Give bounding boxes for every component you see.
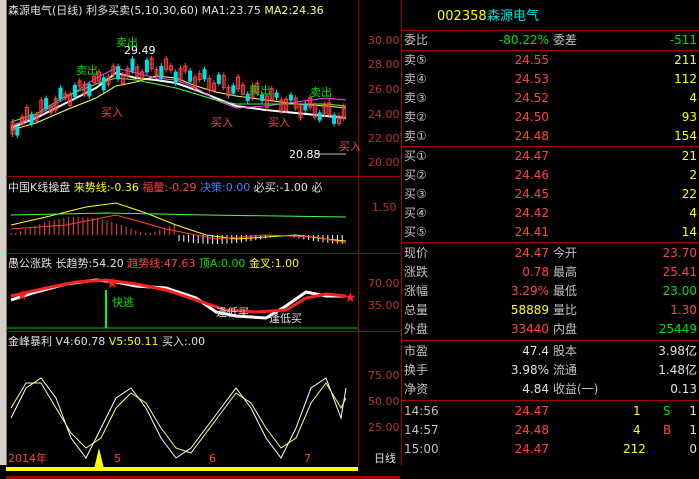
time-axis-label: 2014年 (8, 452, 47, 465)
tick-row: 15:00 24.47 212 0 (404, 442, 697, 456)
y-axis-tick: 70.00 (368, 277, 400, 290)
y-axis-tick: 24.00 (368, 108, 400, 121)
sell-signal: 卖出 (116, 36, 138, 49)
buy-signal: 买入 (339, 140, 361, 153)
stat-row: 涨跌 0.78 最高 25.41 (404, 265, 697, 279)
svg-text:★: ★ (344, 290, 357, 306)
period-label[interactable]: 日线 (374, 452, 396, 465)
stock-title: 森源电气(日线) (8, 4, 83, 17)
jinfeng-panel-header: 金峰暴利 V4:60.78 V5:50.11 买入:.00 (8, 335, 206, 348)
time-axis-label: 5 (114, 452, 121, 465)
sell-signal: 卖出 (310, 86, 332, 99)
fundamental-row: 净资 4.84 收益(一) 0.13 (404, 382, 697, 396)
buy-low-signal: 逢低买 (269, 312, 302, 325)
stock-code: 002358 (437, 9, 487, 24)
tick-row: 14:56 24.47 1 S 1 (404, 404, 697, 418)
y-axis-tick: 25.00 (368, 421, 400, 434)
stat-row: 涨幅 3.29% 最低 23.00 (404, 284, 697, 298)
time-axis-label: 6 (209, 452, 216, 465)
sell-row: 卖① 24.48 154 (404, 129, 697, 143)
quote-panel: 002358 森源电气 委比 -80.22% 委差 -511 卖⑤ 24.55 … (401, 0, 699, 465)
weibi-row: 委比 -80.22% 委差 -511 (404, 33, 697, 47)
svg-text:★: ★ (16, 288, 29, 304)
trend-panel-header: 愚公涨跌 长趋势:54.20 趋势线:47.63 顶A:0.00 金叉:1.00 (8, 257, 300, 270)
sell-row: 卖④ 24.53 112 (404, 72, 697, 86)
tick-row: 14:57 24.48 4 B 1 (404, 423, 697, 437)
buy-row: 买⑤ 24.41 14 (404, 225, 697, 239)
stat-row: 总量 58889 量比 1.30 (404, 303, 697, 317)
fundamental-row: 市盈 47.4 股本 3.98亿 (404, 344, 697, 358)
main-chart-header: 森源电气(日线) 利多买卖(5,10,30,60) MA1:23.75 MA2:… (8, 4, 324, 17)
y-axis-tick: 1.50 (372, 201, 397, 214)
trend-chart: ★ ★ ★ (6, 276, 358, 329)
sell-row: 卖⑤ 24.55 211 (404, 53, 697, 67)
fundamental-row: 换手 3.98% 流通 1.48亿 (404, 363, 697, 377)
y-axis-tick: 22.00 (368, 132, 400, 145)
svg-text:★: ★ (106, 276, 119, 292)
ma2-value: MA2:24.36 (264, 4, 324, 17)
y-axis-tick: 26.00 (368, 83, 400, 96)
buy-row: 买① 24.47 21 (404, 149, 697, 163)
chart-area[interactable]: 森源电气(日线) 利多买卖(5,10,30,60) MA1:23.75 MA2:… (6, 0, 400, 479)
stat-row: 现价 24.47 今开 23.70 (404, 246, 697, 260)
y-axis-tick: 30.00 (368, 34, 400, 47)
buy-signal: 买入 (211, 116, 233, 129)
y-axis-tick: 35.00 (368, 299, 400, 312)
y-axis-tick: 50.00 (368, 395, 400, 408)
sell-signal: 卖出 (249, 84, 271, 97)
low-price-label: 20.88 (289, 148, 321, 161)
stock-name: 森源电气 (487, 9, 540, 24)
buy-signal: 买入 (268, 116, 290, 129)
buy-row: 买③ 24.45 22 (404, 187, 697, 201)
y-axis-tick: 75.00 (368, 369, 400, 382)
sell-signal: 卖出 (76, 64, 98, 77)
buy-row: 买② 24.46 2 (404, 168, 697, 182)
time-axis-label: 7 (304, 452, 311, 465)
buy-signal: 买入 (101, 106, 123, 119)
axis-divider (358, 0, 359, 465)
y-axis-tick: 20.00 (368, 156, 400, 169)
sell-row: 卖② 24.50 93 (404, 110, 697, 124)
panel-divider (6, 176, 400, 177)
y-axis-tick: 28.00 (368, 58, 400, 71)
buy-low-signal: 逢低买 (216, 306, 249, 319)
escape-signal: 快逃 (112, 296, 134, 309)
candles (10, 55, 346, 139)
stat-row: 外盘 33440 内盘 25449 (404, 322, 697, 336)
kline-panel-name: 中国K线操盘 (8, 181, 71, 194)
kline-panel-header: 中国K线操盘 来势线:-0.36 福量:-0.29 决策:0.00 必买:-1.… (8, 181, 323, 194)
sell-row: 卖③ 24.52 4 (404, 91, 697, 105)
panel-divider (6, 253, 400, 254)
buy-row: 买④ 24.42 4 (404, 206, 697, 220)
ma1-value: MA1:23.75 (201, 4, 261, 17)
kline-oscillator (10, 202, 347, 244)
panel-divider (6, 331, 400, 332)
indicator-name: 利多买卖(5,10,30,60) (86, 4, 199, 17)
quote-header: 002358 森源电气 (401, 8, 699, 26)
